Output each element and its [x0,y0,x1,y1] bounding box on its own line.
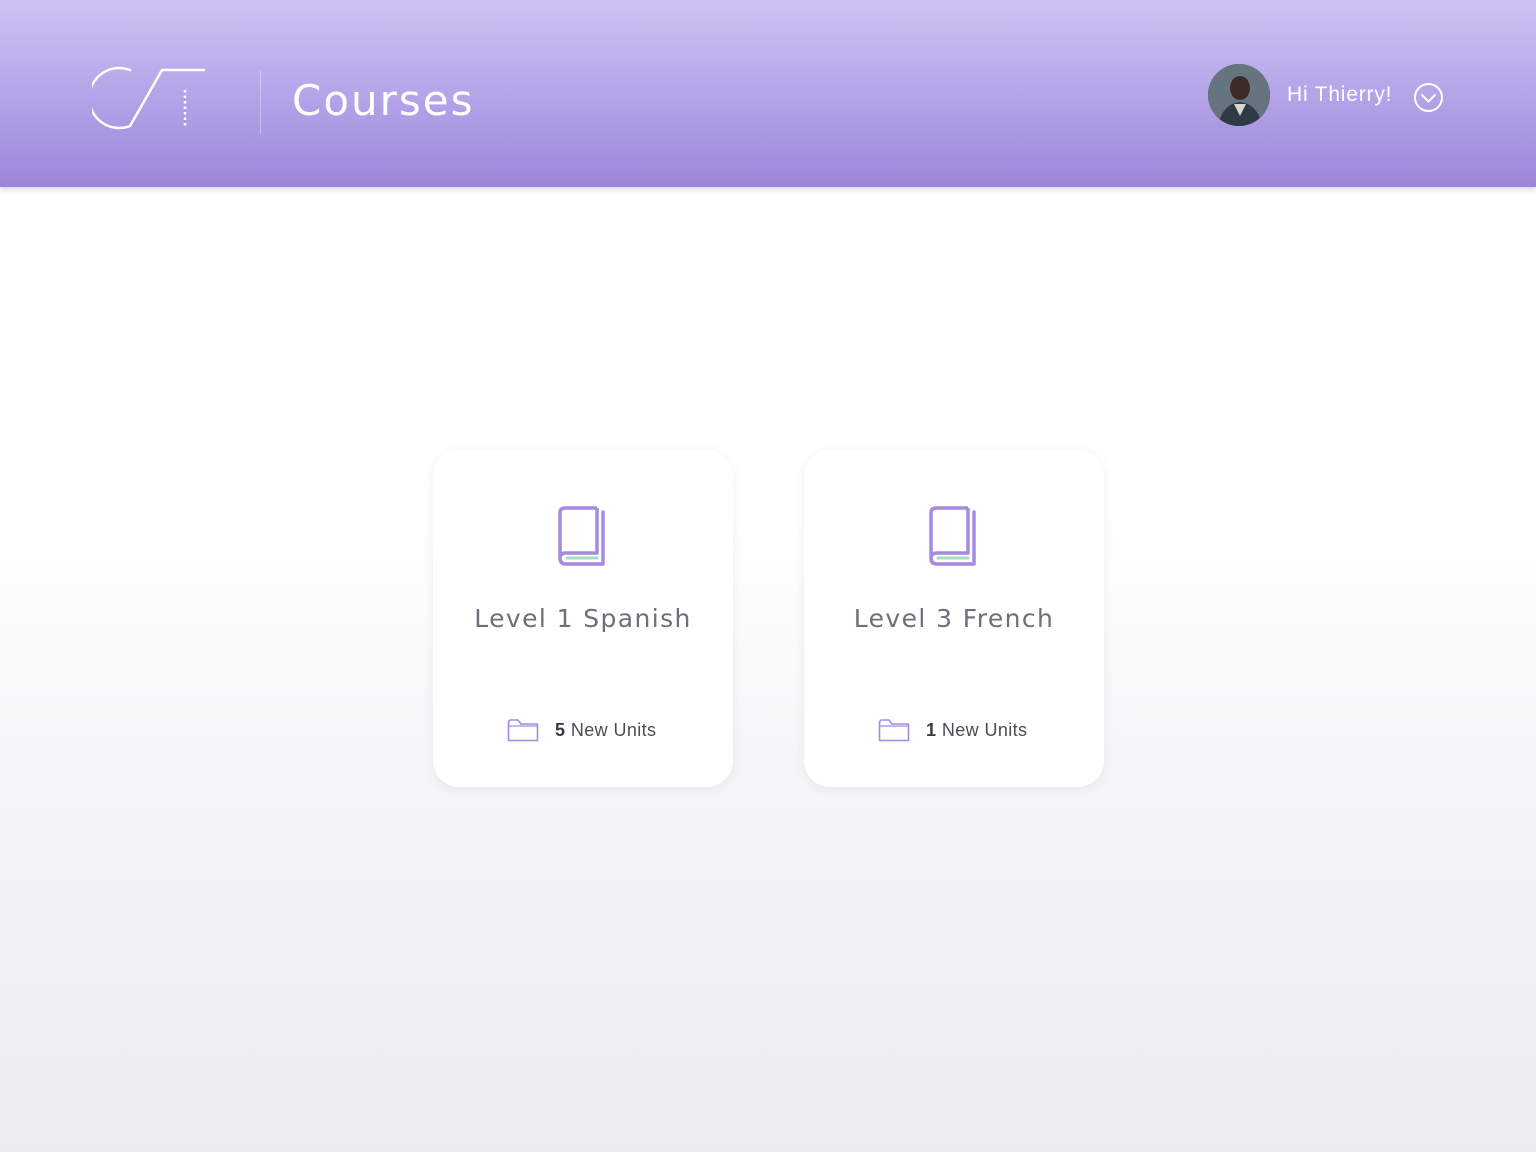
ct-logo-icon[interactable] [92,66,208,130]
book-icon [558,506,605,566]
chevron-down-circle-icon[interactable] [1413,82,1444,113]
units-label: New Units [941,720,1028,740]
course-card-spanish[interactable]: Level 1 Spanish 5 New Units [433,450,733,787]
folder-icon [507,719,539,742]
units-text: 5 New Units [555,720,656,741]
user-greeting[interactable]: Hi Thierry! [1287,83,1392,107]
new-units-info: 5 New Units [433,716,733,744]
header-divider [260,70,261,134]
units-text: 1 New Units [926,720,1027,741]
units-count: 1 [926,720,937,740]
course-title: Level 1 Spanish [474,604,692,633]
units-count: 5 [555,720,566,740]
page-title: Courses [292,76,475,125]
avatar[interactable] [1208,64,1270,126]
course-card-french[interactable]: Level 3 French 1 New Units [804,450,1104,787]
book-icon [929,506,976,566]
new-units-info: 1 New Units [804,716,1104,744]
top-header: Courses Hi Thierry! [0,0,1536,187]
course-title: Level 3 French [853,604,1055,633]
user-photo [1208,64,1270,126]
folder-icon [878,719,910,742]
units-label: New Units [570,720,657,740]
